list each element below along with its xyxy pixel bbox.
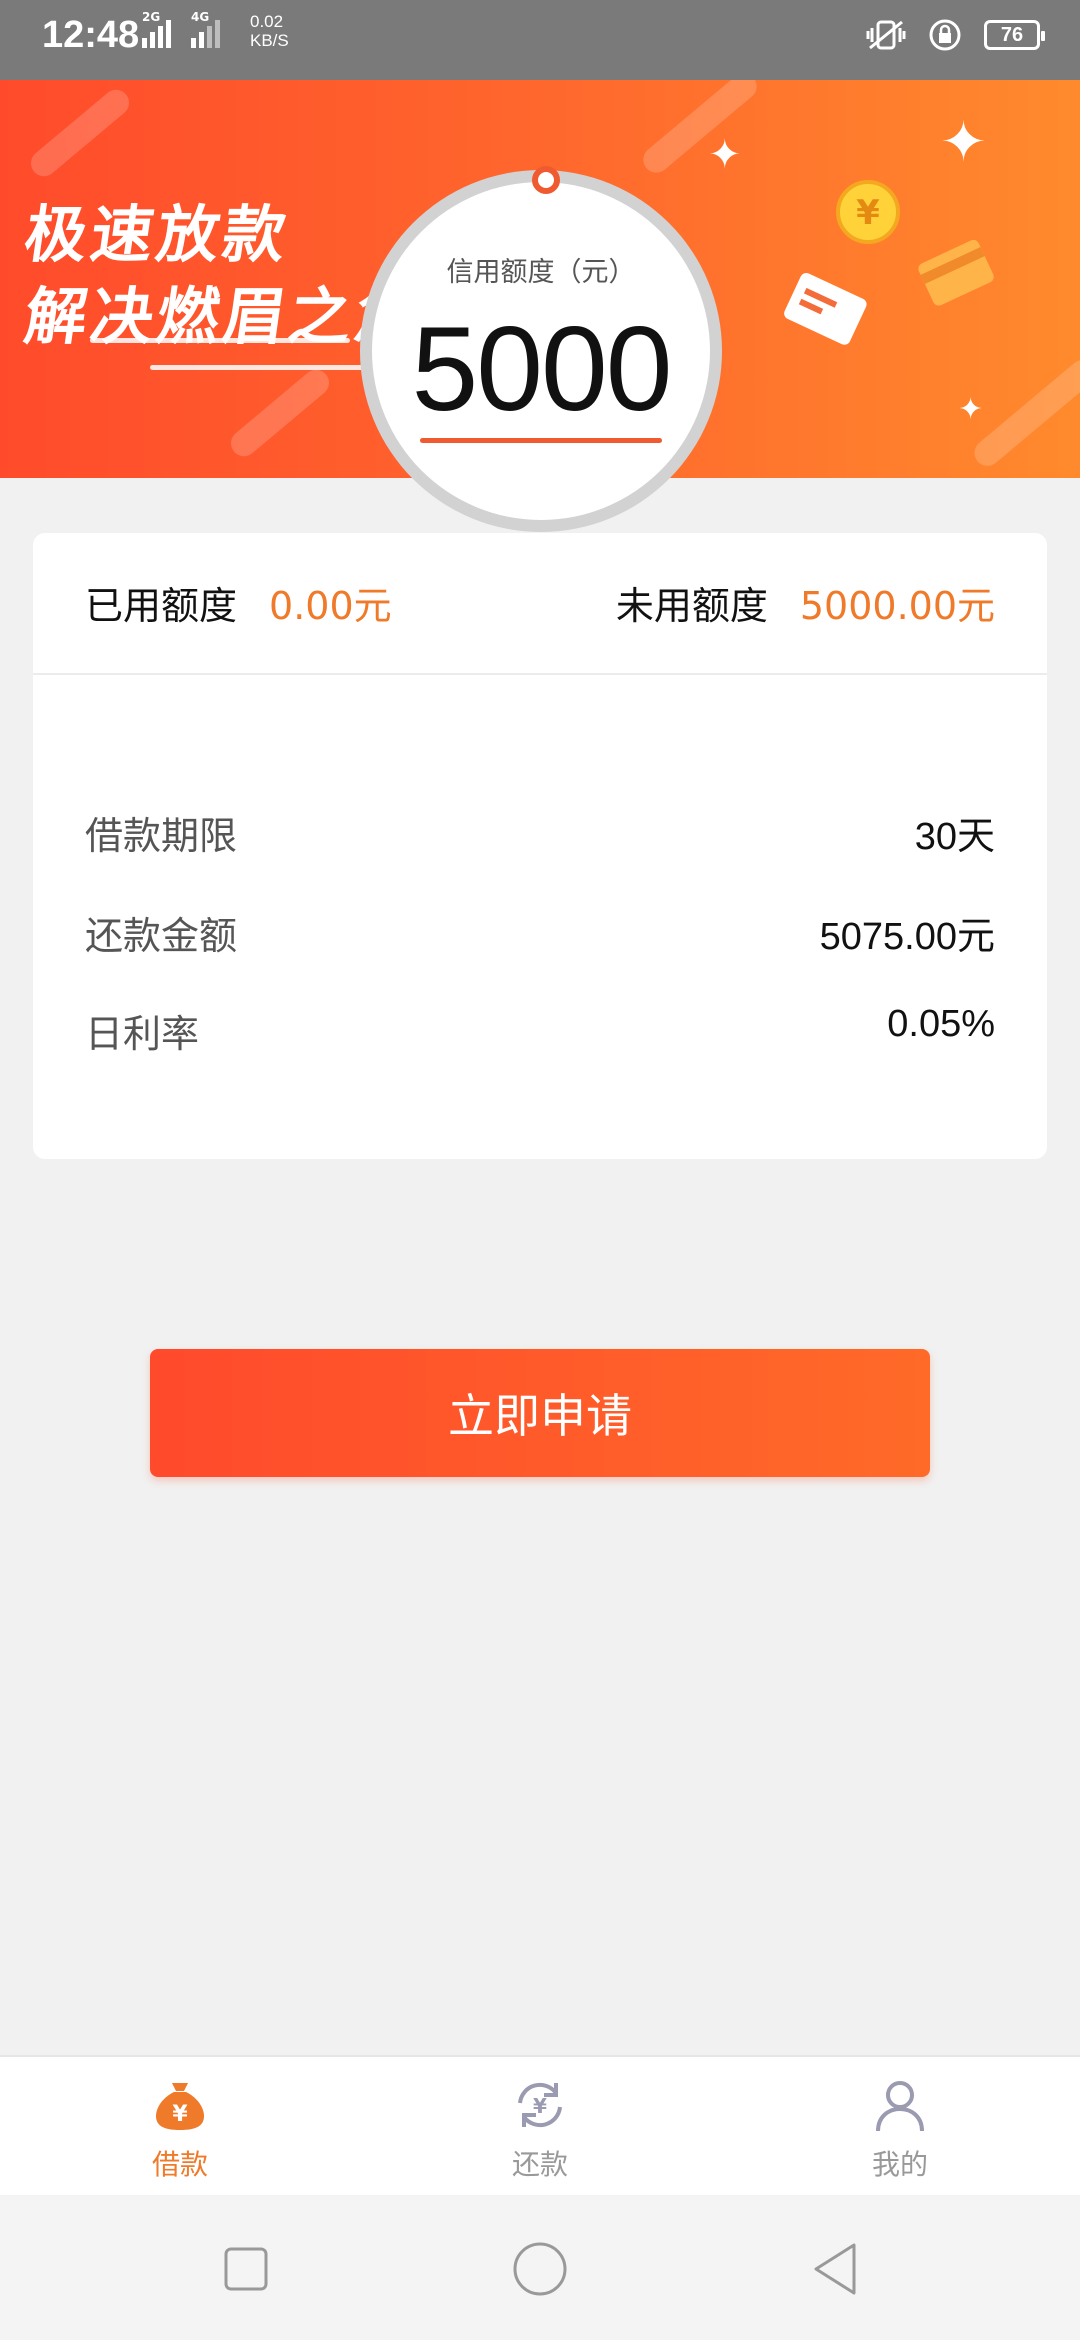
signal-4g-icon: 4G (191, 10, 220, 48)
battery-icon: 76 (984, 20, 1045, 50)
rotation-lock-icon (929, 19, 961, 51)
banner-stripe (638, 80, 762, 178)
repay-amount-label: 还款金额 (85, 914, 238, 958)
credit-limit-value: 5000 (411, 302, 673, 436)
speed-line (90, 338, 350, 343)
signal-2g-icon: 2G (142, 10, 171, 48)
nav-label-borrow: 借款 (151, 2148, 208, 2181)
credit-underline (420, 438, 662, 443)
banner-stripe (969, 354, 1080, 472)
card-icon (784, 272, 867, 345)
daily-rate-label: 日利率 (85, 1012, 200, 1056)
detail-row-repay: 还款金额 5075.00元 (85, 905, 995, 960)
credit-limit-label: 信用额度（元） (446, 257, 636, 288)
coin-icon: ¥ (836, 180, 900, 244)
nav-label-repay: 还款 (511, 2148, 568, 2181)
banner-stripe (25, 84, 135, 182)
status-bar: 12:48 2G 4G 0.02 KB/S 76 (0, 0, 1080, 80)
unused-quota: 未用额度 5000.00元 (616, 575, 995, 630)
sparkle-icon: ✦ (708, 132, 742, 178)
used-quota: 已用额度 0.00元 (85, 575, 392, 630)
repay-amount-value: 5075.00元 (819, 916, 995, 958)
bottom-nav: ¥ 借款 ¥ 还款 我的 (0, 2055, 1080, 2195)
apply-now-button[interactable]: 立即申请 (150, 1349, 930, 1477)
recents-square-icon[interactable] (216, 2239, 276, 2299)
nav-tab-borrow[interactable]: ¥ 借款 (0, 2057, 360, 2197)
status-right: 76 (866, 18, 1045, 52)
loan-term-value: 30天 (914, 816, 995, 858)
repay-cycle-icon: ¥ (518, 2082, 562, 2128)
used-quota-value: 0.00元 (269, 584, 392, 628)
unused-quota-value: 5000.00元 (799, 584, 995, 628)
back-triangle-icon[interactable] (806, 2239, 866, 2299)
person-icon (876, 2081, 924, 2132)
money-bag-icon: ¥ (156, 2083, 204, 2130)
detail-row-rate: 日利率 0.05% (85, 1003, 995, 1058)
home-circle-icon[interactable] (510, 2239, 570, 2299)
card-icon (918, 239, 994, 306)
detail-row-term: 借款期限 30天 (85, 805, 995, 860)
sparkle-icon: ✦ (958, 392, 984, 427)
status-time: 12:48 (42, 14, 140, 56)
loan-info-card: 已用额度 0.00元 未用额度 5000.00元 借款期限 30天 还款金额 5… (33, 533, 1047, 1159)
network-speed: 0.02 KB/S (250, 12, 289, 50)
nav-label-mine: 我的 (871, 2148, 928, 2181)
used-quota-label: 已用额度 (85, 584, 238, 628)
vibrate-mute-icon (866, 20, 906, 50)
speed-line (150, 365, 370, 370)
unused-quota-label: 未用额度 (615, 584, 768, 628)
banner-stripe (225, 364, 335, 462)
svg-text:¥: ¥ (856, 193, 880, 233)
sparkle-icon: ✦ (940, 110, 987, 175)
network-indicators: 2G 4G (142, 10, 220, 48)
daily-rate-value: 0.05% (887, 1003, 995, 1045)
nav-tab-mine[interactable]: 我的 (720, 2057, 1080, 2197)
nav-tab-repay[interactable]: ¥ 还款 (360, 2057, 720, 2197)
loan-term-label: 借款期限 (85, 814, 238, 858)
ring-dot (532, 166, 560, 194)
svg-text:¥: ¥ (172, 2102, 188, 2127)
quota-row: 已用额度 0.00元 未用额度 5000.00元 (33, 533, 1047, 675)
svg-text:¥: ¥ (533, 2094, 547, 2118)
system-nav-bar (0, 2195, 1080, 2340)
banner-slogan-line1: 极速放款 (20, 198, 295, 271)
